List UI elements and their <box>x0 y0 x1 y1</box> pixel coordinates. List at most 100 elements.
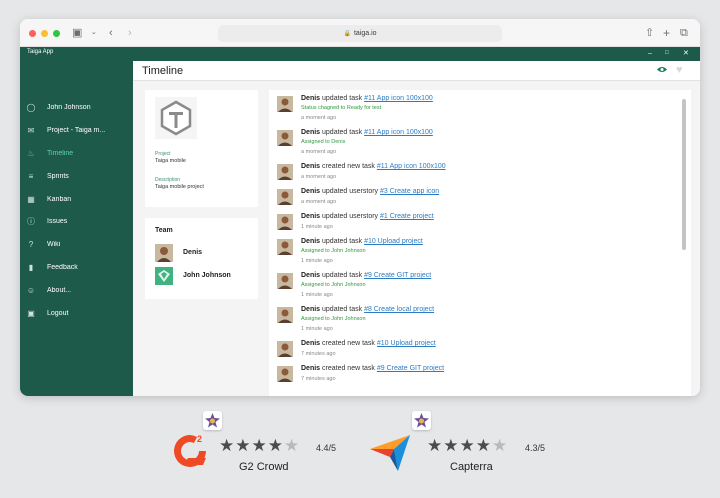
smiley-icon: ☺ <box>26 286 36 295</box>
entry-link[interactable]: #11 App icon 100x100 <box>364 129 433 136</box>
page-title: Timeline <box>142 65 184 77</box>
maximize-icon[interactable]: □ <box>665 49 669 58</box>
rating-score: 4.3/5 <box>525 443 546 453</box>
sidebar-item-issues[interactable]: ⓘ Issues <box>20 213 133 233</box>
entry-link[interactable]: #9 Create GIT project <box>364 272 431 279</box>
minimize-window-button[interactable] <box>41 30 48 37</box>
entry-action: created new task <box>322 365 375 372</box>
member-name[interactable]: John Johnson <box>183 272 231 279</box>
avatar[interactable] <box>277 366 293 382</box>
minimize-icon[interactable]: – <box>648 49 652 58</box>
close-window-button[interactable] <box>29 30 36 37</box>
timeline-entry-text: Denis created new task #10 Upload projec… <box>301 340 436 347</box>
star-rating: ★★★★★ <box>427 436 509 455</box>
timeline-entry: Denis updated task #11 App icon 100x100 A… <box>277 129 677 163</box>
entry-link[interactable]: #11 App icon 100x100 <box>377 163 446 170</box>
avatar[interactable] <box>277 96 293 112</box>
entry-user[interactable]: Denis <box>301 365 320 372</box>
entry-time: 7 minutes ago <box>301 351 336 357</box>
avatar[interactable] <box>277 341 293 357</box>
entry-user[interactable]: Denis <box>301 213 320 220</box>
entry-user[interactable]: Denis <box>301 129 320 136</box>
timeline-entry-text: Denis updated task #9 Create GIT project <box>301 272 431 279</box>
avatar[interactable] <box>277 189 293 205</box>
timeline-entry: Denis created new task #10 Upload projec… <box>277 340 677 365</box>
entry-time: a moment ago <box>301 199 337 205</box>
avatar[interactable] <box>155 267 173 285</box>
forward-icon[interactable]: › <box>128 26 132 40</box>
entry-user[interactable]: Denis <box>301 163 320 170</box>
entry-action: updated task <box>322 306 363 313</box>
sidebar-item-kanban[interactable]: ▦ Kanban <box>20 191 133 211</box>
entry-user[interactable]: Denis <box>301 95 320 102</box>
entry-link[interactable]: #1 Create project <box>380 213 434 220</box>
entry-user[interactable]: Denis <box>301 340 320 347</box>
entry-detail: Status chagned to Ready for test <box>301 105 382 111</box>
timeline-entry: Denis updated task #10 Upload project Ass… <box>277 238 677 272</box>
entry-link[interactable]: #8 Create local project <box>364 306 434 313</box>
sidebar-item-label: Wiki <box>47 241 61 248</box>
tabs-overview-icon[interactable]: ⧉ <box>680 26 688 40</box>
entry-time: a moment ago <box>301 174 337 180</box>
eye-icon[interactable] <box>657 66 667 73</box>
entry-user[interactable]: Denis <box>301 306 320 313</box>
svg-text:2: 2 <box>197 434 202 444</box>
entry-link[interactable]: #11 App icon 100x100 <box>364 95 433 102</box>
timeline-entry: Denis created new task #11 App icon 100x… <box>277 163 677 188</box>
entry-time: 1 minute ago <box>301 292 333 298</box>
sidebar-item-project[interactable]: ✉ Project - Taiga m... <box>20 122 133 142</box>
sidebar-item-label: Issues <box>47 218 68 225</box>
entry-link[interactable]: #10 Upload project <box>377 340 436 347</box>
zoom-window-button[interactable] <box>53 30 60 37</box>
member-name[interactable]: Denis <box>183 249 202 256</box>
avatar[interactable] <box>277 130 293 146</box>
entry-link[interactable]: #9 Create GIT project <box>377 365 444 372</box>
team-card: Team Denis John Johnson <box>145 218 258 299</box>
avatar[interactable] <box>277 307 293 323</box>
entry-user[interactable]: Denis <box>301 272 320 279</box>
close-icon[interactable]: ✕ <box>683 49 689 58</box>
app-titlebar: Taiga App – □ ✕ <box>20 47 700 61</box>
sidebar-item-about[interactable]: ☺ About... <box>20 282 133 302</box>
avatar[interactable] <box>155 244 173 262</box>
sidebar-item-profile[interactable]: ◯ John Johnson <box>20 99 133 119</box>
sidebar-item-logout[interactable]: ▣ Logout <box>20 305 133 325</box>
avatar[interactable] <box>277 239 293 255</box>
avatar[interactable] <box>277 164 293 180</box>
entry-user[interactable]: Denis <box>301 238 320 245</box>
chevron-down-icon[interactable]: ⌄ <box>91 26 97 40</box>
sidebar-item-label: John Johnson <box>47 104 91 111</box>
sidebar-toggle-icon[interactable]: ▣ <box>72 26 82 40</box>
entry-detail: Assigned to John Johnson <box>301 282 366 288</box>
description-label: Description <box>155 177 181 183</box>
star-rating: ★★★★★ <box>219 436 301 455</box>
info-icon: ⓘ <box>27 217 35 226</box>
sidebar-item-wiki[interactable]: ? Wiki <box>20 236 133 256</box>
avatar[interactable] <box>277 273 293 289</box>
back-icon[interactable]: ‹ <box>109 26 113 40</box>
timeline-entry-text: Denis created new task #9 Create GIT pro… <box>301 365 444 372</box>
timeline-entry-text: Denis updated task #11 App icon 100x100 <box>301 129 433 136</box>
sidebar-item-timeline[interactable]: ♨ Timeline <box>20 145 133 165</box>
sidebar-item-label: Kanban <box>47 196 72 203</box>
entry-link[interactable]: #10 Upload project <box>364 238 423 245</box>
entry-link[interactable]: #3 Create app icon <box>380 188 439 195</box>
heart-icon[interactable]: ♥ <box>676 64 683 76</box>
entry-action: updated task <box>322 95 363 102</box>
timeline-entry: Denis updated task #9 Create GIT project… <box>277 272 677 306</box>
address-bar[interactable]: 🔒 taiga.io <box>218 25 502 42</box>
app-title: Taiga App <box>27 49 54 55</box>
share-icon[interactable]: ⇧ <box>645 26 654 40</box>
sidebar-item-feedback[interactable]: ▮ Feedback <box>20 259 133 279</box>
browser-toolbar: ▣ ⌄ ‹ › 🔒 taiga.io ⇧ + ⧉ <box>20 19 700 47</box>
sidebar-item-sprints[interactable]: ≡ Sprints <box>20 168 133 188</box>
description-value: Taiga mobile project <box>155 184 204 190</box>
scrollbar[interactable] <box>682 99 686 250</box>
entry-user[interactable]: Denis <box>301 188 320 195</box>
team-title: Team <box>155 227 173 234</box>
project-label: Project <box>155 151 171 157</box>
timeline-entry-text: Denis updated task #8 Create local proje… <box>301 306 434 313</box>
avatar[interactable] <box>277 214 293 230</box>
new-tab-icon[interactable]: + <box>663 26 670 40</box>
sidebar-item-label: Project - Taiga m... <box>47 127 106 134</box>
